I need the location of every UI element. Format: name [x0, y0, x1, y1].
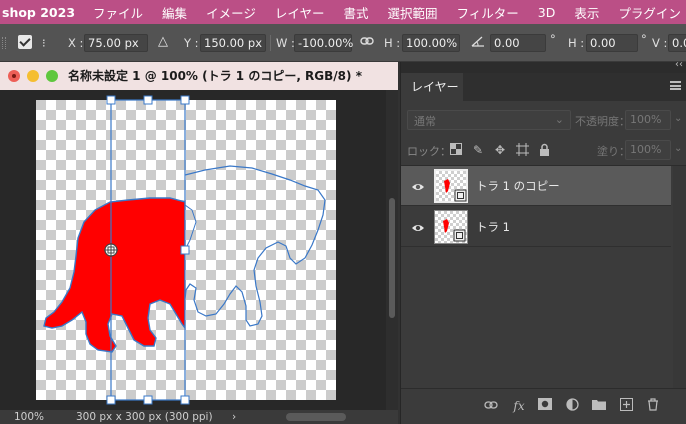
menu-layer[interactable]: レイヤー — [275, 3, 325, 22]
x-label: X : — [68, 36, 84, 50]
document-window: 名称未設定 1 @ 100% (トラ 1 のコピー, RGB/8) * 100%… — [0, 62, 398, 424]
fill-input[interactable]: 100% — [625, 140, 671, 160]
panel-dock-header: ‹‹ — [401, 59, 686, 73]
hskew-label: H : — [568, 36, 585, 50]
status-bar: 100% 300 px x 300 px (300 ppi) › — [0, 410, 398, 424]
menu-view[interactable]: 表示 — [574, 3, 599, 22]
separator — [270, 35, 271, 51]
minimize-window-button[interactable] — [27, 70, 39, 82]
reference-point-icon: ⁝ — [42, 36, 46, 50]
hskew-unit: ° — [641, 32, 647, 46]
lock-transparent-pixels-icon[interactable] — [449, 143, 463, 157]
blend-mode-select[interactable]: 通常 ⌄ — [407, 110, 571, 130]
zoom-level[interactable]: 100% — [14, 410, 44, 424]
y-label: Y : — [184, 36, 199, 50]
layers-panel: ‹‹ レイヤー 通常 ⌄ 不透明度： 100% ⌄ ロック： ✎ ✥ 塗り： 1… — [400, 59, 686, 424]
angle-unit: ° — [550, 32, 556, 46]
layers-panel-footer: fx — [401, 388, 686, 424]
tab-layers[interactable]: レイヤー — [401, 73, 463, 101]
status-menu-arrow[interactable]: › — [232, 410, 236, 424]
opacity-input[interactable]: 100% — [625, 110, 671, 130]
fx-icon[interactable]: fx — [511, 398, 527, 414]
add-mask-icon[interactable] — [537, 398, 553, 414]
lock-label: ロック： — [407, 145, 451, 158]
document-title: 名称未設定 1 @ 100% (トラ 1 のコピー, RGB/8) * — [68, 69, 362, 83]
vskew-label: V : — [652, 36, 668, 50]
reference-point-checkbox[interactable] — [18, 35, 32, 49]
link-icon[interactable] — [360, 35, 374, 50]
menu-3d[interactable]: 3D — [538, 5, 556, 20]
lock-position-icon[interactable]: ✥ — [493, 143, 507, 157]
h-label: H : — [384, 36, 401, 50]
lock-row: ロック： ✎ ✥ 塗り： 100% ⌄ — [401, 140, 686, 162]
layer-thumbnail — [434, 210, 468, 244]
canvas-area[interactable] — [0, 90, 386, 410]
angle-input[interactable]: 0.00 — [490, 34, 546, 52]
hskew-input[interactable]: 0.00 — [586, 34, 638, 52]
h-input[interactable]: 100.00% — [402, 34, 460, 52]
link-layers-icon[interactable] — [483, 398, 499, 414]
adjustment-layer-icon[interactable] — [564, 398, 580, 414]
panel-tab-bar: レイヤー — [401, 73, 686, 101]
menu-filter[interactable]: フィルター — [457, 3, 519, 22]
lock-image-pixels-icon[interactable]: ✎ — [471, 143, 485, 157]
menu-edit[interactable]: 編集 — [162, 3, 187, 22]
menu-type[interactable]: 書式 — [343, 3, 368, 22]
w-input[interactable]: -100.00% — [294, 34, 353, 52]
trash-icon[interactable] — [645, 398, 661, 414]
canvas-svg[interactable] — [0, 90, 386, 410]
layers-scrollbar[interactable] — [673, 166, 686, 388]
menu-bar: shop 2023 ファイル 編集 イメージ レイヤー 書式 選択範囲 フィルタ… — [0, 0, 686, 24]
eye-icon[interactable] — [411, 179, 425, 193]
menu-plugins[interactable]: プラグイン — [618, 3, 681, 22]
fill-dropdown-icon[interactable]: ⌄ — [674, 143, 682, 154]
lock-all-icon[interactable] — [537, 143, 551, 157]
document-size-info: 300 px x 300 px (300 ppi) — [76, 411, 213, 423]
w-label: W : — [276, 36, 295, 50]
menu-image[interactable]: イメージ — [206, 3, 256, 22]
blend-row: 通常 ⌄ 不透明度： 100% ⌄ — [401, 108, 686, 132]
angle-icon — [470, 34, 486, 51]
layer-row-tiger[interactable]: トラ 1 — [401, 207, 671, 247]
horizontal-scroll-thumb[interactable] — [286, 413, 346, 421]
group-folder-icon[interactable] — [591, 398, 607, 414]
zoom-window-button[interactable] — [46, 70, 58, 82]
vertical-scroll-thumb[interactable] — [389, 198, 395, 318]
x-input[interactable]: 75.00 px — [84, 34, 148, 52]
menu-file[interactable]: ファイル — [93, 3, 143, 22]
lock-artboard-icon[interactable] — [515, 143, 529, 157]
menu-select[interactable]: 選択範囲 — [387, 3, 437, 22]
options-bar: ⁝ X : 75.00 px △ Y : 150.00 px W : -100.… — [0, 24, 686, 62]
app-name[interactable]: shop 2023 — [0, 5, 75, 20]
panel-menu-icon[interactable] — [670, 81, 681, 90]
layer-name[interactable]: トラ 1 — [476, 219, 510, 235]
layer-row-tiger-copy[interactable]: トラ 1 のコピー — [401, 166, 671, 206]
close-window-button[interactable] — [8, 70, 20, 82]
opacity-label: 不透明度： — [575, 115, 630, 128]
vskew-input[interactable]: 0.0 — [668, 34, 686, 52]
vertical-scrollbar[interactable] — [386, 90, 398, 410]
document-title-bar[interactable]: 名称未設定 1 @ 100% (トラ 1 のコピー, RGB/8) * — [0, 62, 398, 90]
relative-position-icon[interactable]: △ — [158, 34, 168, 49]
layer-name[interactable]: トラ 1 のコピー — [476, 178, 560, 194]
new-layer-icon[interactable] — [618, 398, 634, 414]
layer-thumbnail — [434, 169, 468, 203]
eye-icon[interactable] — [411, 220, 425, 234]
options-grip[interactable] — [2, 37, 6, 49]
chevron-down-icon: ⌄ — [554, 113, 564, 126]
blend-mode-value: 通常 — [414, 115, 436, 128]
opacity-dropdown-icon[interactable]: ⌄ — [674, 113, 682, 124]
y-input[interactable]: 150.00 px — [200, 34, 266, 52]
collapse-panels-icon[interactable]: ‹‹ — [675, 59, 683, 70]
